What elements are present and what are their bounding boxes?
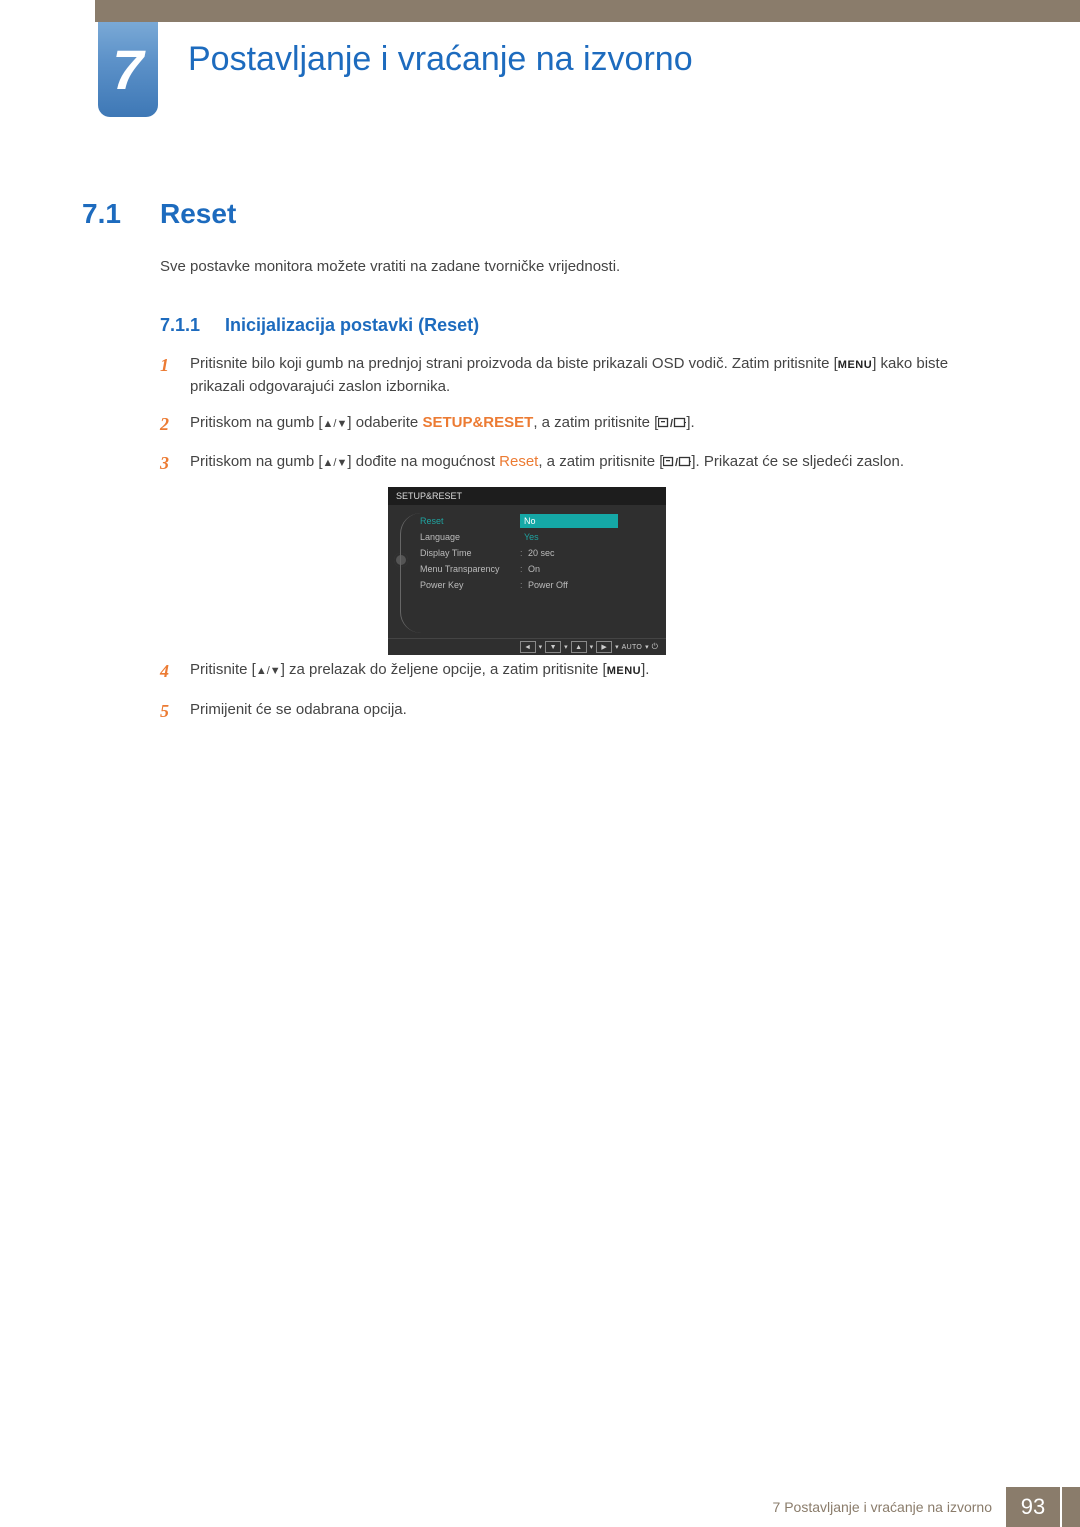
osd-row-reset: Reset No <box>420 513 662 529</box>
header-band <box>95 0 1080 22</box>
step-2: 2 Pritiskom na gumb [▲/▼] odaberite SETU… <box>160 411 990 439</box>
source-icon: / <box>658 414 686 431</box>
up-down-icon: ▲/▼ <box>323 457 348 469</box>
text: Pritisnite bilo koji gumb na prednjoj st… <box>190 355 838 372</box>
step-3: 3 Pritiskom na gumb [▲/▼] dođite na mogu… <box>160 450 990 478</box>
text: Pritisnite [ <box>190 661 256 678</box>
step-text: Pritisnite [▲/▼] za prelazak do željene … <box>190 658 990 686</box>
text: ] za prelazak do željene opcije, a zatim… <box>281 661 607 678</box>
subsection-number: 7.1.1 <box>160 315 200 336</box>
menu-keyword: MENU <box>838 359 872 371</box>
chapter-number: 7 <box>112 37 143 102</box>
section-number: 7.1 <box>82 198 121 230</box>
osd-value: 20 sec <box>528 548 662 558</box>
osd-body: Reset No Language Yes Display Time : 20 … <box>388 505 666 597</box>
osd-footer: ◄▾ ▼▾ ▲▾ ▶▾ AUTO▾ ⏻ <box>388 638 666 655</box>
footer-bar <box>1062 1487 1080 1527</box>
step-1: 1 Pritisnite bilo koji gumb na prednjoj … <box>160 352 990 399</box>
osd-value: Power Off <box>528 580 662 590</box>
svg-text:/: / <box>675 457 678 468</box>
osd-auto-label: AUTO <box>622 644 643 651</box>
step-number: 2 <box>160 411 190 439</box>
page-footer: 7 Postavljanje i vraćanje na izvorno 93 <box>0 1487 1080 1527</box>
source-icon: / <box>663 453 691 470</box>
step-text: Pritisnite bilo koji gumb na prednjoj st… <box>190 352 990 399</box>
osd-screenshot: SETUP&RESET Reset No Language Yes Displa… <box>388 487 666 655</box>
osd-power-icon: ⏻ <box>652 642 658 652</box>
chapter-title: Postavljanje i vraćanje na izvorno <box>188 40 693 79</box>
text: ]. <box>641 661 649 678</box>
osd-down-icon: ▼ <box>545 641 561 653</box>
footer-text: 7 Postavljanje i vraćanje na izvorno <box>773 1499 1006 1515</box>
text: Pritiskom na gumb [ <box>190 453 323 470</box>
page-number: 93 <box>1006 1487 1060 1527</box>
menu-keyword: MENU <box>607 665 641 677</box>
setup-reset-keyword: SETUP&RESET <box>422 414 533 431</box>
step-number: 1 <box>160 352 190 399</box>
up-down-icon: ▲/▼ <box>256 665 281 677</box>
step-number: 4 <box>160 658 190 686</box>
svg-text:/: / <box>670 418 673 429</box>
step-number: 5 <box>160 698 190 726</box>
text: ] dođite na mogućnost <box>347 453 499 470</box>
step-5: 5 Primijenit će se odabrana opcija. <box>160 698 990 726</box>
osd-back-icon: ◄ <box>520 641 536 653</box>
reset-keyword: Reset <box>499 453 538 470</box>
section-intro: Sve postavke monitora možete vratiti na … <box>160 258 620 275</box>
section-title: Reset <box>160 198 236 230</box>
step-text: Pritiskom na gumb [▲/▼] dođite na mogućn… <box>190 450 990 478</box>
text: ] odaberite <box>347 414 422 431</box>
osd-value-highlight: No <box>520 514 618 528</box>
osd-label: Display Time <box>420 548 520 558</box>
step-4: 4 Pritisnite [▲/▼] za prelazak do željen… <box>160 658 990 686</box>
osd-row-reset-yes: Language Yes <box>420 529 662 545</box>
step-number: 3 <box>160 450 190 478</box>
step-text: Primijenit će se odabrana opcija. <box>190 698 990 726</box>
osd-menu: Reset No Language Yes Display Time : 20 … <box>414 505 666 597</box>
text: , a zatim pritisnite [ <box>533 414 658 431</box>
subsection-title: Inicijalizacija postavki (Reset) <box>225 315 479 336</box>
osd-row-transparency: Menu Transparency : On <box>420 561 662 577</box>
osd-row-power-key: Power Key : Power Off <box>420 577 662 593</box>
chapter-badge: 7 <box>98 22 158 117</box>
osd-up-icon: ▲ <box>571 641 587 653</box>
osd-side-tab <box>388 505 414 597</box>
up-down-icon: ▲/▼ <box>323 418 348 430</box>
text: Pritiskom na gumb [ <box>190 414 323 431</box>
osd-value: On <box>528 564 662 574</box>
osd-label: Menu Transparency <box>420 564 520 574</box>
osd-enter-icon: ▶ <box>596 641 612 653</box>
text: , a zatim pritisnite [ <box>538 453 663 470</box>
osd-label: Language <box>420 532 520 542</box>
osd-header: SETUP&RESET <box>388 487 666 505</box>
osd-label: Power Key <box>420 580 520 590</box>
osd-value: Yes <box>520 532 539 542</box>
osd-label: Reset <box>420 516 520 526</box>
text: ]. Prikazat će se sljedeći zaslon. <box>691 453 904 470</box>
step-text: Pritiskom na gumb [▲/▼] odaberite SETUP&… <box>190 411 990 439</box>
text: ]. <box>686 414 694 431</box>
osd-row-display-time: Display Time : 20 sec <box>420 545 662 561</box>
